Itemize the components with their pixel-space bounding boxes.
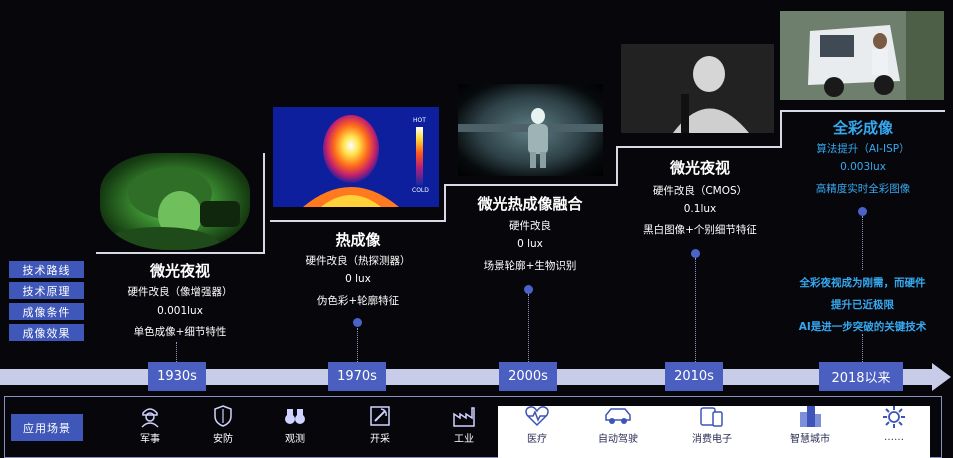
mining-icon — [370, 406, 390, 426]
marker-dot-2018 — [858, 207, 867, 216]
connector-2010s — [695, 258, 696, 362]
stage3-title: 微光热成像融合 — [477, 195, 583, 213]
stair-riser-4 — [780, 110, 782, 148]
marker-dot-1970s — [353, 318, 362, 327]
app-label-autonomous-driving: 自动驾驶 — [598, 434, 638, 445]
connector-2000s — [528, 294, 529, 362]
stage5-condition: 0.003lux — [840, 161, 886, 173]
app-label-military: 军事 — [140, 434, 160, 445]
app-smart-city: 智慧城市 — [780, 404, 840, 454]
connector-1930s — [176, 342, 177, 362]
app-mining: 开采 — [350, 404, 410, 454]
thermal-hot-label: HOT — [413, 117, 426, 124]
app-industry: 工业 — [434, 404, 494, 454]
thermal-cold-label: COLD — [412, 187, 429, 194]
legend-technical-route: 技术路线 — [9, 261, 84, 278]
cmos-night-image — [621, 44, 774, 133]
stage4-principle: 硬件改良（CMOS） — [652, 185, 748, 197]
soldier-icon — [141, 408, 159, 428]
stage4-condition: 0.1lux — [683, 203, 717, 215]
year-2018-onward: 2018以来 — [819, 362, 903, 391]
car-icon — [605, 408, 631, 424]
app-label-industry: 工业 — [454, 434, 474, 445]
factory-icon — [453, 407, 475, 427]
stage3-effect: 场景轮廓+生物识别 — [483, 260, 577, 272]
stair-riser-2 — [444, 184, 446, 222]
stage5-title: 全彩成像 — [832, 119, 893, 137]
marker-dot-2010s — [691, 249, 700, 258]
stage1-title: 微光夜视 — [149, 262, 210, 280]
stage3-condition: 0 lux — [517, 238, 543, 250]
fusion-image — [458, 84, 603, 176]
stage2-principle: 硬件改良（热探测器） — [305, 255, 411, 267]
connector-2018-upper — [862, 216, 863, 270]
marker-dot-2000s — [524, 285, 533, 294]
legend-imaging-condition: 成像条件 — [9, 303, 84, 320]
stair-step-2 — [270, 220, 445, 222]
stage4-effect: 黑白图像+个别细节特征 — [643, 224, 757, 236]
city-icon — [800, 406, 821, 427]
note-line-3: AI是进一步突破的关键技术 — [798, 321, 927, 333]
app-security: 安防 — [193, 404, 253, 454]
note-line-2: 提升已近极限 — [831, 299, 894, 311]
app-label-security: 安防 — [213, 434, 233, 445]
stage1-principle: 硬件改良（像增强器） — [127, 286, 233, 298]
legend-technical-principle: 技术原理 — [9, 282, 84, 299]
app-more: …… — [864, 404, 924, 454]
app-label-smart-city: 智慧城市 — [790, 434, 830, 445]
app-consumer-electronics: 消费电子 — [682, 404, 742, 454]
stage2-title: 热成像 — [335, 231, 381, 249]
year-1970s: 1970s — [328, 362, 386, 391]
app-label-mining: 开采 — [370, 434, 390, 445]
year-1930s: 1930s — [148, 362, 206, 391]
app-label-observation: 观测 — [285, 434, 305, 445]
applications-label: 应用场景 — [11, 414, 83, 441]
year-2000s: 2000s — [499, 362, 557, 391]
stair-step-1 — [96, 252, 263, 254]
stair-riser-3 — [616, 146, 618, 186]
binoculars-icon — [285, 409, 305, 424]
full-color-image — [780, 11, 944, 100]
stair-riser-1 — [263, 153, 265, 254]
heartbeat-icon — [525, 406, 549, 427]
stage2-effect: 伪色彩+轮廓特征 — [316, 295, 400, 307]
app-medical: 医疗 — [507, 404, 567, 454]
stair-step-4 — [616, 146, 781, 148]
stair-step-5 — [780, 110, 945, 112]
stage3-principle: 硬件改良 — [509, 220, 551, 232]
shield-icon — [214, 405, 232, 427]
stage5-principle: 算法提升（AI-ISP） — [816, 143, 910, 155]
app-autonomous-driving: 自动驾驶 — [588, 404, 648, 454]
timeline-arrowhead — [932, 363, 951, 391]
night-vision-image — [100, 153, 250, 250]
app-label-more: …… — [884, 432, 904, 443]
devices-icon — [700, 407, 723, 427]
app-label-medical: 医疗 — [527, 434, 547, 445]
connector-2018-lower — [862, 334, 863, 362]
thermal-image: HOT COLD — [273, 107, 439, 207]
stage4-title: 微光夜视 — [669, 159, 730, 177]
timeline-bar — [0, 369, 933, 385]
gear-icon — [883, 406, 905, 428]
stage2-condition: 0 lux — [345, 273, 371, 285]
stage5-effect: 高精度实时全彩图像 — [815, 183, 911, 195]
stage1-condition: 0.001lux — [157, 305, 203, 317]
note-line-1: 全彩夜视成为刚需，而硬件 — [799, 277, 926, 289]
stair-step-3 — [444, 184, 616, 186]
stage1-effect: 单色成像+细节特性 — [133, 326, 227, 338]
app-observation: 观测 — [265, 404, 325, 454]
legend-imaging-effect: 成像效果 — [9, 324, 84, 341]
year-2010s: 2010s — [665, 362, 723, 391]
app-military: 军事 — [120, 404, 180, 454]
connector-1970s — [357, 328, 358, 362]
app-label-consumer-electronics: 消费电子 — [692, 434, 732, 445]
